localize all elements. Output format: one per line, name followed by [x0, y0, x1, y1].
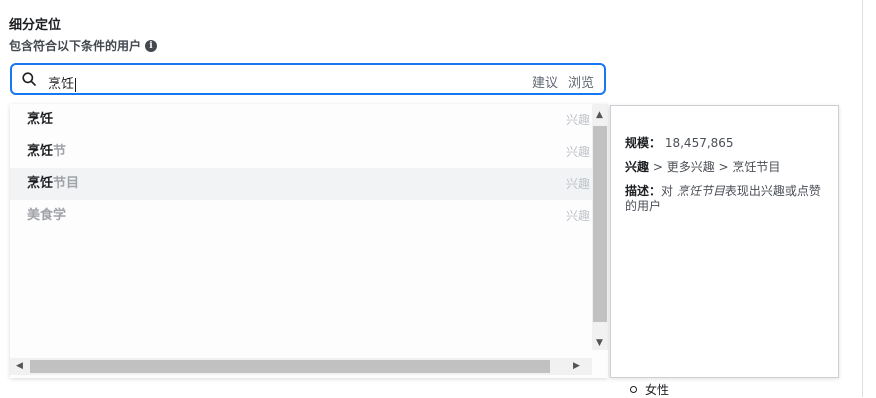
- gender-label: 女性: [645, 383, 670, 397]
- search-icon: [22, 72, 36, 86]
- search-input[interactable]: 烹饪 建议 浏览: [10, 63, 606, 95]
- info-icon[interactable]: i: [145, 39, 158, 52]
- suggestion-item[interactable]: 烹饪 兴趣: [10, 104, 592, 136]
- section-title: 细分定位: [9, 18, 62, 33]
- suggestion-dropdown: 烹饪 兴趣 烹饪节 兴趣 烹饪节目 兴趣 美食学 兴趣 ▲ ▼ ◀ ▶: [10, 104, 608, 378]
- scroll-left-icon[interactable]: ◀: [16, 361, 23, 371]
- suggestion-category: 兴趣: [565, 177, 590, 191]
- suggestion-category: 兴趣: [565, 113, 590, 127]
- tooltip-description-row: 描述：对 烹饪节目表现出兴趣或点赞的用户: [625, 184, 821, 213]
- suggestion-category: 兴趣: [565, 209, 590, 223]
- suggestion-item[interactable]: 美食学 兴趣: [10, 200, 592, 232]
- scroll-up-icon[interactable]: ▲: [596, 110, 603, 120]
- suggestion-category: 兴趣: [565, 145, 590, 159]
- panel-divider: [862, 0, 863, 397]
- browse-link[interactable]: 浏览: [568, 72, 594, 91]
- scroll-down-icon[interactable]: ▼: [596, 338, 603, 348]
- horizontal-scroll-thumb[interactable]: [30, 360, 550, 373]
- tooltip-size-row: 规模： 18,457,865: [625, 136, 734, 150]
- vertical-scroll-thumb[interactable]: [593, 126, 607, 322]
- bullet-icon: [630, 386, 637, 393]
- suggest-link[interactable]: 建议: [532, 72, 558, 91]
- audience-tooltip: 规模： 18,457,865 兴趣 > 更多兴趣 > 烹饪节目 描述：对 烹饪节…: [610, 105, 839, 378]
- gender-option: 女性: [630, 381, 669, 398]
- subtitle-text: 包含符合以下条件的用户: [9, 39, 142, 53]
- scroll-right-icon[interactable]: ▶: [573, 361, 580, 371]
- suggestion-item-hovered[interactable]: 烹饪节目 兴趣: [10, 168, 592, 200]
- search-value[interactable]: 烹饪: [48, 73, 77, 92]
- section-subtitle: 包含符合以下条件的用户 i: [9, 37, 158, 54]
- tooltip-interest-row: 兴趣 > 更多兴趣 > 烹饪节目: [625, 160, 781, 174]
- suggestion-item[interactable]: 烹饪节 兴趣: [10, 136, 592, 168]
